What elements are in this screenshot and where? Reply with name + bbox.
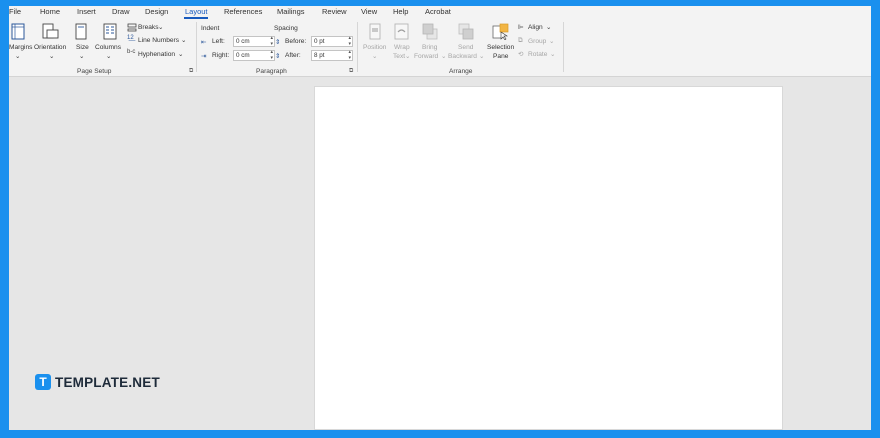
spacing-after-icon: ⇕: [275, 53, 281, 60]
chevron-down-icon: ⌄: [546, 24, 552, 31]
line-numbers-icon: 1̲2̲: [127, 35, 134, 41]
columns-icon: [103, 23, 117, 40]
wrap-text-label: Wrap: [394, 44, 410, 51]
document-page[interactable]: [314, 86, 783, 430]
indent-right-label: Right:: [212, 52, 230, 59]
group-label: Group: [528, 38, 547, 45]
send-backward-label-2: Backward: [448, 53, 477, 60]
spacing-after-input[interactable]: 8 pt ▴ ▾: [311, 49, 353, 61]
send-backward-icon: [458, 23, 474, 40]
spacing-before-input[interactable]: 0 pt ▴ ▾: [311, 35, 353, 47]
spacing-before-icon: ⇕: [275, 39, 281, 46]
wrap-text-icon: [394, 23, 409, 40]
logo-mark: T: [35, 374, 51, 390]
rotate-icon: ⟲: [518, 51, 524, 58]
wrap-text-label-2: Text: [393, 53, 406, 60]
columns-label: Columns: [95, 44, 122, 51]
line-numbers-label: Line Numbers: [138, 37, 180, 44]
spinner-arrows-icon[interactable]: ▴ ▾: [348, 49, 351, 61]
bring-forward-label: Bring: [422, 44, 438, 51]
indent-left-input[interactable]: 0 cm ▴ ▾: [233, 35, 275, 47]
align-label: Align: [528, 24, 543, 31]
orientation-label: Orientation: [34, 44, 67, 51]
tab-help[interactable]: Help: [393, 7, 408, 16]
indent-left-icon: ⇤: [201, 39, 207, 46]
tab-file[interactable]: File: [9, 7, 21, 16]
tab-home[interactable]: Home: [40, 7, 60, 16]
selection-pane-icon: [492, 23, 509, 40]
spacing-after-value: 8 pt: [314, 52, 325, 59]
bring-forward-label-2: Forward: [414, 53, 439, 60]
chevron-down-icon: ⌄: [181, 37, 187, 44]
send-backward-label: Send: [458, 44, 474, 51]
word-window: File Home Insert Draw Design Layout Refe…: [9, 6, 871, 430]
page-setup-launcher-icon[interactable]: ⧉: [189, 68, 193, 75]
chevron-down-icon: ⌄: [479, 53, 485, 60]
tab-references[interactable]: References: [224, 7, 262, 16]
spacing-heading: Spacing: [274, 25, 298, 32]
active-tab-indicator: [184, 17, 208, 19]
chevron-down-icon: ⌄: [15, 53, 21, 60]
rotate-label: Rotate: [528, 51, 548, 58]
spacing-after-label: After:: [285, 52, 301, 59]
paragraph-launcher-icon[interactable]: ⧉: [349, 68, 353, 75]
logo-text: TEMPLATE.NET: [55, 374, 160, 390]
tab-view[interactable]: View: [361, 7, 377, 16]
tab-draw[interactable]: Draw: [112, 7, 130, 16]
tab-layout[interactable]: Layout: [185, 7, 208, 16]
paragraph-group-label: Paragraph: [256, 68, 287, 75]
chevron-down-icon: ⌄: [441, 53, 447, 60]
size-label: Size: [76, 44, 89, 51]
group-divider: [357, 22, 358, 72]
ribbon: Margins ⌄ Orientation ⌄ Size ⌄ Columns ⌄…: [9, 20, 871, 77]
tab-design[interactable]: Design: [145, 7, 168, 16]
margins-icon: [11, 23, 25, 40]
tab-insert[interactable]: Insert: [77, 7, 96, 16]
chevron-down-icon: ⌄: [49, 53, 55, 60]
indent-right-input[interactable]: 0 cm ▴ ▾: [233, 49, 275, 61]
chevron-down-icon: ⌄: [178, 51, 184, 58]
hyphenation-label: Hyphenation: [138, 51, 176, 58]
spacing-before-label: Before:: [285, 38, 307, 45]
spinner-arrows-icon[interactable]: ▴ ▾: [270, 35, 273, 47]
chevron-down-icon: ⌄: [158, 24, 164, 31]
size-icon: [75, 23, 87, 40]
tab-mailings[interactable]: Mailings: [277, 7, 305, 16]
indent-left-label: Left:: [212, 38, 225, 45]
spacing-before-value: 0 pt: [314, 38, 325, 45]
align-icon: ⊫: [518, 24, 524, 31]
template-net-logo: T TEMPLATE.NET: [35, 374, 160, 390]
tab-acrobat[interactable]: Acrobat: [425, 7, 451, 16]
spinner-arrows-icon[interactable]: ▴ ▾: [348, 35, 351, 47]
indent-left-value: 0 cm: [236, 38, 250, 45]
selection-pane-label: Selection: [487, 44, 515, 51]
chevron-down-icon: ⌄: [79, 53, 85, 60]
position-icon: [369, 23, 381, 40]
page-setup-group-label: Page Setup: [77, 68, 112, 75]
chevron-down-icon: ⌄: [372, 53, 378, 60]
group-icon: ⧉: [518, 37, 523, 44]
ribbon-tabs: File Home Insert Draw Design Layout Refe…: [9, 6, 871, 20]
margins-label: Margins: [9, 44, 33, 51]
position-label: Position: [363, 44, 387, 51]
breaks-label: Breaks: [138, 24, 159, 31]
group-divider: [196, 22, 197, 72]
indent-heading: Indent: [201, 25, 220, 32]
chevron-down-icon: ⌄: [549, 38, 555, 45]
bring-forward-icon: [422, 23, 438, 40]
chevron-down-icon: ⌄: [106, 53, 112, 60]
group-divider: [563, 22, 564, 72]
arrange-group-label: Arrange: [449, 68, 473, 75]
hyphenation-icon: b-c: [127, 49, 136, 55]
breaks-icon: [127, 23, 137, 32]
chevron-down-icon: ⌄: [550, 51, 556, 58]
orientation-icon: [42, 23, 59, 39]
selection-pane-label-2: Pane: [493, 53, 509, 60]
spinner-arrows-icon[interactable]: ▴ ▾: [270, 49, 273, 61]
indent-right-icon: ⇥: [201, 53, 207, 60]
indent-right-value: 0 cm: [236, 52, 250, 59]
tab-review[interactable]: Review: [322, 7, 347, 16]
chevron-down-icon: ⌄: [405, 53, 411, 60]
